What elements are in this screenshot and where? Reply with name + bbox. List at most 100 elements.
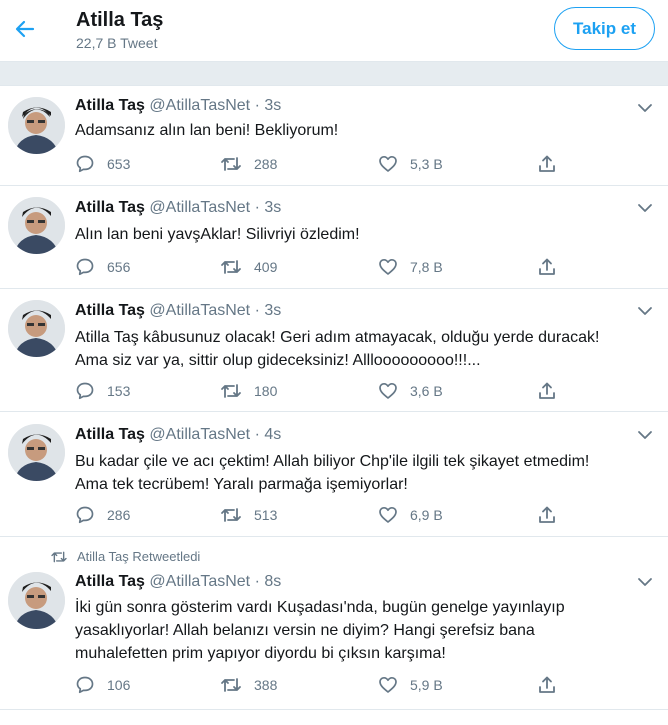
retweet-icon [221,678,241,692]
chevron-down-icon[interactable] [636,576,654,588]
retweet-count: 513 [254,507,278,523]
tweet[interactable]: Atilla Taş @AtillaTasNet · 3s Alın lan b… [0,187,668,289]
share-button[interactable] [537,255,557,279]
tweet-time[interactable]: 8s [264,573,281,590]
retweet-button[interactable]: 288 [220,152,277,176]
author-name[interactable]: Atilla Taş [75,302,145,319]
like-count: 3,6 B [410,383,443,399]
like-count: 5,9 B [410,677,443,693]
tweet-text-line: İki gün sonra gösterim vardı Kuşadası'nd… [75,599,565,616]
tweet-text: Alın lan beni yavşAklar! Silivriyi özled… [75,223,660,246]
author-name[interactable]: Atilla Taş [75,199,145,216]
retweet-button[interactable]: 180 [220,379,277,403]
tweet-time[interactable]: 3s [264,302,281,319]
retweet-button[interactable]: 388 [220,673,277,697]
tweet-text-line: Atilla Taş kâbusunuz olacak! Geri adım a… [75,329,600,346]
separator-dot: · [254,302,260,319]
reply-count: 153 [107,383,131,399]
like-button[interactable]: 5,3 B [378,152,443,176]
tweet-text-line: yasaklıyorlar! Allah belanızı versin ne … [75,622,535,639]
like-count: 6,9 B [410,507,443,523]
avatar[interactable] [8,197,65,254]
retweet-count: 180 [254,383,278,399]
back-button[interactable] [10,14,40,44]
retweet-icon [221,260,241,274]
tweet-text-line: Ama siz var ya, sittir olup gideceksiniz… [75,352,481,369]
tweet-time[interactable]: 4s [264,426,281,443]
chevron-down-icon[interactable] [636,102,654,114]
share-button[interactable] [537,673,557,697]
reply-count: 656 [107,259,131,275]
tweet-count: 22,7 B Tweet [76,35,158,51]
retweet-icon [221,508,241,522]
reply-icon [76,382,94,400]
author-handle[interactable]: @AtillaTasNet [149,97,250,114]
share-icon [539,676,555,693]
tweet-text-line: Adamsanız alın lan beni! Bekliyorum! [75,122,339,139]
reply-button[interactable]: 656 [75,255,130,279]
tweet-header: Atilla Taş @AtillaTasNet · 4s [75,426,281,444]
heart-icon [379,676,397,693]
retweet-button[interactable]: 409 [220,255,277,279]
share-button[interactable] [537,379,557,403]
tweet[interactable]: Atilla Taş @AtillaTasNet · 3s Atilla Taş… [0,290,668,412]
follow-button[interactable]: Takip et [554,7,655,50]
reply-button[interactable]: 286 [75,503,130,527]
author-handle[interactable]: @AtillaTasNet [149,199,250,216]
tweet[interactable]: Atilla Taş @AtillaTasNet · 4s Bu kadar ç… [0,413,668,537]
tweet-text: İki gün sonra gösterim vardı Kuşadası'nd… [75,596,660,665]
chevron-down-icon[interactable] [636,305,654,317]
separator-dot: · [254,573,260,590]
author-name[interactable]: Atilla Taş [75,426,145,443]
reply-button[interactable]: 653 [75,152,130,176]
tweet-text-line: Alın lan beni yavşAklar! Silivriyi özled… [75,226,360,243]
share-button[interactable] [537,152,557,176]
tweet-text: Bu kadar çile ve acı çektim! Allah biliy… [75,450,660,496]
profile-header: Atilla Taş 22,7 B Tweet Takip et [0,0,668,62]
heart-icon [379,155,397,172]
tweet-header: Atilla Taş @AtillaTasNet · 3s [75,97,281,115]
share-icon [539,506,555,523]
tweet[interactable]: Atilla Taş @AtillaTasNet · 3s Adamsanız … [0,87,668,186]
tweet-header: Atilla Taş @AtillaTasNet · 8s [75,573,281,591]
retweet-context[interactable]: Atilla Taş Retweetledi [50,549,200,564]
retweet-button[interactable]: 513 [220,503,277,527]
avatar[interactable] [8,300,65,357]
author-name[interactable]: Atilla Taş [75,97,145,114]
tweet-time[interactable]: 3s [264,97,281,114]
tweet-time[interactable]: 3s [264,199,281,216]
reply-button[interactable]: 106 [75,673,130,697]
like-button[interactable]: 6,9 B [378,503,443,527]
tweet[interactable]: Atilla Taş Retweetledi Atilla Taş @Atill… [0,538,668,710]
avatar[interactable] [8,572,65,629]
chevron-down-icon[interactable] [636,429,654,441]
timeline-gap [0,62,668,86]
tweet-text: Adamsanız alın lan beni! Bekliyorum! [75,119,660,142]
retweet-count: 288 [254,156,278,172]
heart-icon [379,258,397,275]
like-button[interactable]: 7,8 B [378,255,443,279]
avatar[interactable] [8,424,65,481]
author-handle[interactable]: @AtillaTasNet [149,302,250,319]
reply-icon [76,676,94,694]
share-icon [539,382,555,399]
author-handle[interactable]: @AtillaTasNet [149,573,250,590]
reply-icon [76,155,94,173]
like-button[interactable]: 5,9 B [378,673,443,697]
author-handle[interactable]: @AtillaTasNet [149,426,250,443]
heart-icon [379,506,397,523]
chevron-down-icon[interactable] [636,202,654,214]
tweet-header: Atilla Taş @AtillaTasNet · 3s [75,302,281,320]
like-button[interactable]: 3,6 B [378,379,443,403]
heart-icon [379,382,397,399]
tweet-text-line: Ama tek tecrübem! Yaralı parmağa işemiyo… [75,476,408,493]
avatar[interactable] [8,97,65,154]
share-button[interactable] [537,503,557,527]
reply-count: 106 [107,677,131,693]
tweet-text-line: muhalefetten prim yapıyor diyordu bi çık… [75,645,446,662]
reply-icon [76,506,94,524]
like-count: 5,3 B [410,156,443,172]
reply-count: 286 [107,507,131,523]
author-name[interactable]: Atilla Taş [75,573,145,590]
reply-button[interactable]: 153 [75,379,130,403]
